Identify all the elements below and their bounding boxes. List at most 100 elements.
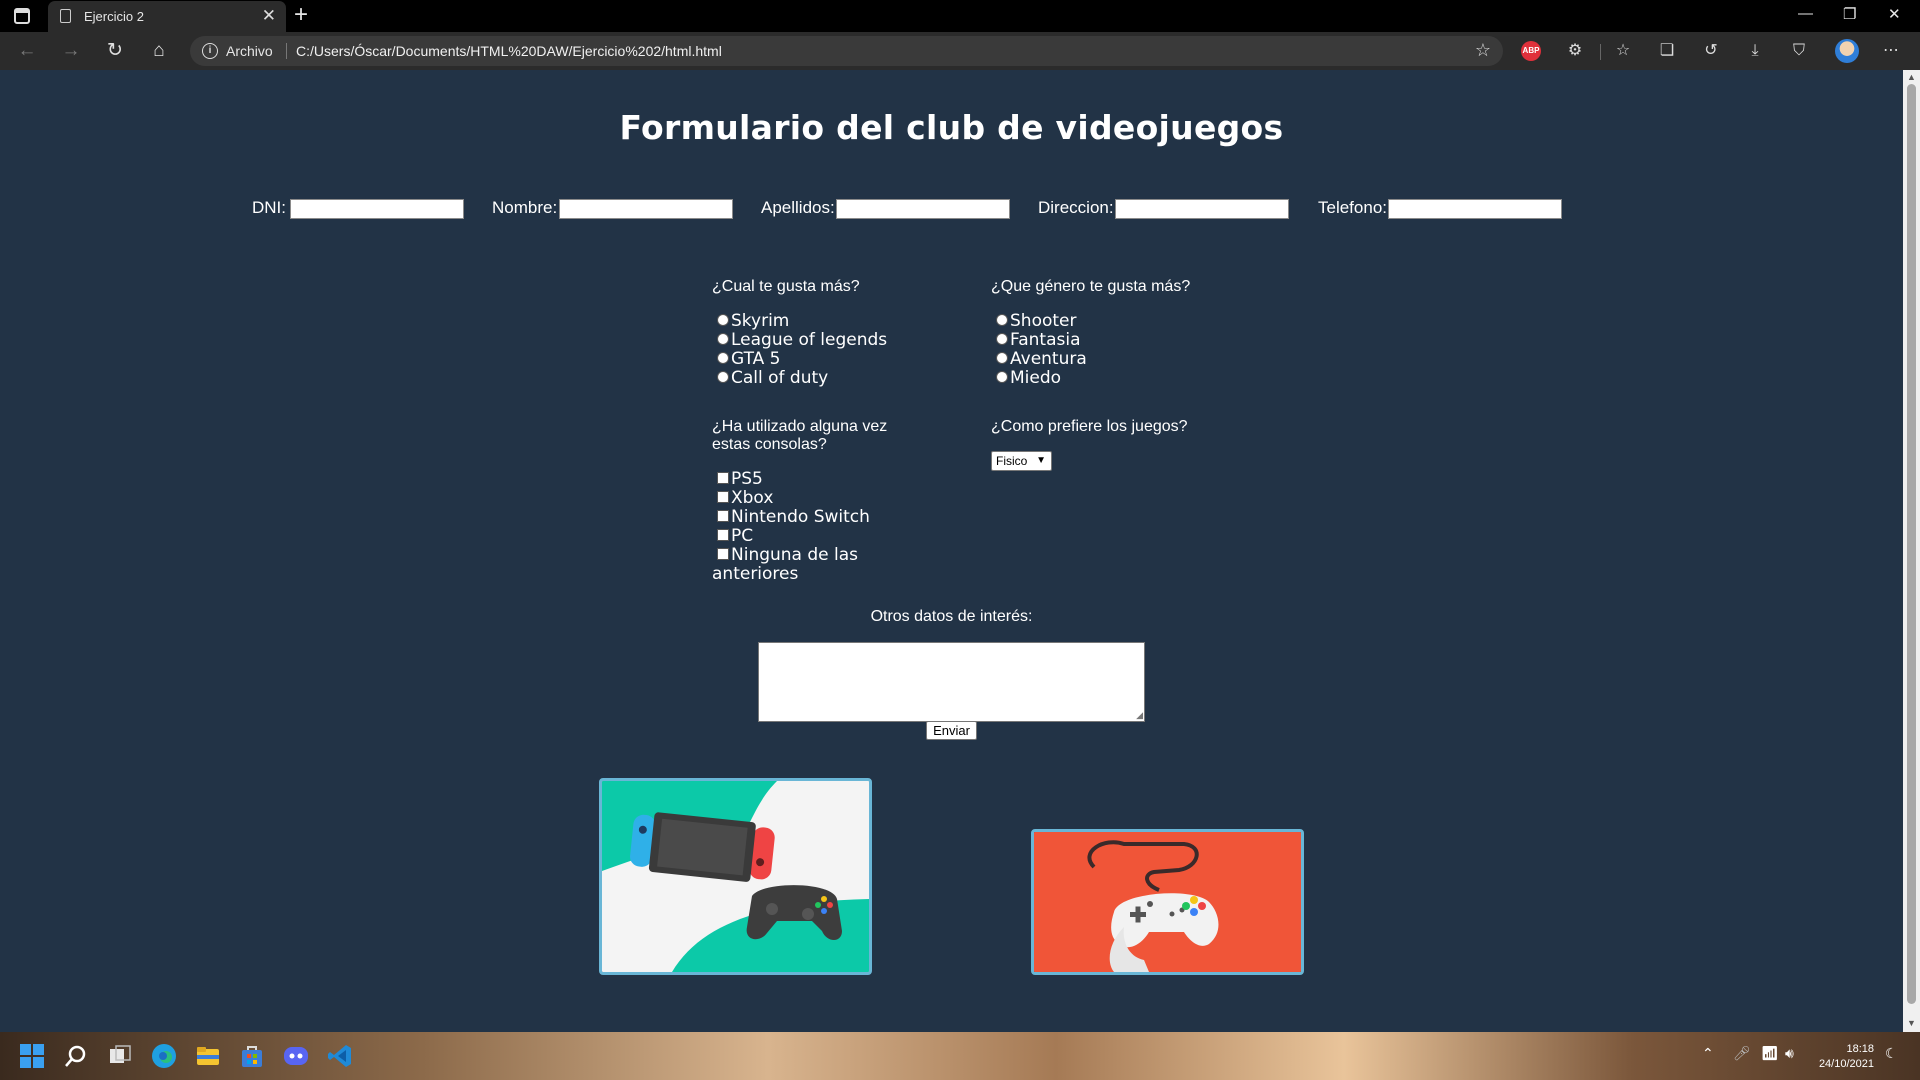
downloads-icon[interactable]: ⤓ bbox=[1745, 41, 1765, 61]
refresh-icon[interactable]: ↻ bbox=[102, 38, 128, 64]
profile-avatar[interactable] bbox=[1835, 39, 1859, 63]
game-label: GTA 5 bbox=[731, 349, 781, 369]
history-icon[interactable]: ↺ bbox=[1701, 41, 1721, 61]
direccion-label: Direccion: bbox=[1038, 198, 1114, 217]
home-icon[interactable]: ⌂ bbox=[146, 38, 172, 64]
page-scrollbar[interactable]: ▲ ▼ bbox=[1903, 70, 1920, 1032]
game-label: Skyrim bbox=[731, 311, 790, 331]
browser-essentials-icon[interactable]: ⛉ bbox=[1789, 41, 1809, 61]
store-icon[interactable] bbox=[238, 1042, 266, 1070]
nombre-label: Nombre: bbox=[492, 198, 558, 217]
tab-actions-icon[interactable] bbox=[14, 8, 30, 24]
console-option-none[interactable]: Ninguna de las bbox=[712, 546, 858, 565]
telefono-label: Telefono: bbox=[1318, 198, 1387, 217]
radio-button[interactable] bbox=[717, 333, 729, 345]
browser-tab[interactable]: Ejercicio 2 ✕ bbox=[48, 1, 286, 32]
console-option-ps5[interactable]: PS5 bbox=[712, 470, 763, 489]
scroll-up-icon[interactable]: ▲ bbox=[1907, 72, 1916, 82]
other-info-textarea[interactable]: ◢ bbox=[758, 642, 1145, 722]
vscode-icon[interactable] bbox=[326, 1042, 354, 1070]
radio-button[interactable] bbox=[717, 314, 729, 326]
forward-icon[interactable]: → bbox=[58, 38, 84, 64]
checkbox[interactable] bbox=[717, 529, 729, 541]
console-option-switch[interactable]: Nintendo Switch bbox=[712, 508, 870, 527]
page-title: Formulario del club de videojuegos bbox=[619, 108, 1284, 147]
radio-button[interactable] bbox=[717, 371, 729, 383]
direccion-input[interactable] bbox=[1115, 199, 1289, 219]
game-option-gta5[interactable]: GTA 5 bbox=[712, 350, 780, 369]
submit-button[interactable]: Enviar bbox=[926, 721, 977, 740]
game-option-cod[interactable]: Call of duty bbox=[712, 369, 828, 388]
task-view-icon[interactable] bbox=[106, 1042, 134, 1070]
dni-label: DNI: bbox=[252, 198, 286, 217]
favorite-genre-question: ¿Que género te gusta más? bbox=[991, 278, 1191, 295]
genre-option-miedo[interactable]: Miedo bbox=[991, 369, 1061, 388]
clock-date: 24/10/2021 bbox=[1818, 1058, 1874, 1070]
checkbox[interactable] bbox=[717, 548, 729, 560]
system-clock[interactable]: 18:18 24/10/2021 bbox=[1802, 1042, 1874, 1072]
console-option-xbox[interactable]: Xbox bbox=[712, 489, 773, 508]
radio-button[interactable] bbox=[996, 352, 1008, 364]
browser-tab-strip: Ejercicio 2 ✕ + — ❐ ✕ bbox=[0, 0, 1920, 32]
collections-icon[interactable]: ❏ bbox=[1657, 41, 1677, 61]
file-explorer-icon[interactable] bbox=[194, 1042, 222, 1070]
format-selected-value: Fisico bbox=[996, 454, 1028, 468]
start-menu-icon[interactable] bbox=[18, 1042, 46, 1070]
back-icon[interactable]: ← bbox=[14, 38, 40, 64]
new-tab-button[interactable]: + bbox=[294, 2, 308, 28]
microphone-icon[interactable]: 🎤︎ bbox=[1733, 1045, 1751, 1062]
show-hidden-icons-chevron[interactable]: ⌃ bbox=[1702, 1045, 1714, 1062]
scrollbar-thumb[interactable] bbox=[1907, 84, 1916, 1004]
genre-option-aventura[interactable]: Aventura bbox=[991, 350, 1087, 369]
url-scheme-label: Archivo bbox=[226, 43, 273, 59]
genre-option-shooter[interactable]: Shooter bbox=[991, 312, 1076, 331]
close-window-icon[interactable]: ✕ bbox=[1888, 5, 1901, 23]
game-option-skyrim[interactable]: Skyrim bbox=[712, 312, 789, 331]
checkbox[interactable] bbox=[717, 472, 729, 484]
extensions-icon[interactable]: ⚙ bbox=[1565, 41, 1585, 61]
scroll-down-icon[interactable]: ▼ bbox=[1907, 1018, 1916, 1028]
close-tab-icon[interactable]: ✕ bbox=[262, 6, 276, 26]
game-option-lol[interactable]: League of legends bbox=[712, 331, 887, 350]
volume-icon[interactable]: 🔊︎ bbox=[1785, 1045, 1794, 1062]
apellidos-input[interactable] bbox=[836, 199, 1010, 219]
minimize-icon[interactable]: — bbox=[1798, 5, 1813, 22]
checkbox[interactable] bbox=[717, 510, 729, 522]
switch-console-image bbox=[599, 778, 872, 975]
windows-taskbar: ⌃ 🎤︎ 📶︎ 🔊︎ 18:18 24/10/2021 ☾ bbox=[0, 1032, 1920, 1080]
add-favorite-icon[interactable]: ☆ bbox=[1475, 40, 1491, 61]
radio-button[interactable] bbox=[996, 333, 1008, 345]
switch-illustration bbox=[602, 781, 869, 972]
focus-assist-moon-icon[interactable]: ☾ bbox=[1885, 1045, 1898, 1062]
radio-button[interactable] bbox=[996, 314, 1008, 326]
info-icon[interactable]: i bbox=[202, 43, 218, 59]
edge-browser-icon[interactable] bbox=[150, 1042, 178, 1070]
dni-input[interactable] bbox=[290, 199, 464, 219]
nombre-input[interactable] bbox=[559, 199, 733, 219]
tab-title: Ejercicio 2 bbox=[84, 9, 144, 24]
address-bar[interactable]: i Archivo C:/Users/Óscar/Documents/HTML%… bbox=[190, 36, 1503, 66]
chevron-down-icon: ▼ bbox=[1036, 455, 1046, 466]
radio-button[interactable] bbox=[717, 352, 729, 364]
resize-grip-icon[interactable]: ◢ bbox=[1136, 710, 1143, 721]
consoles-question-line1: ¿Ha utilizado alguna vez bbox=[712, 418, 888, 435]
browser-toolbar: ← → ↻ ⌂ i Archivo C:/Users/Óscar/Documen… bbox=[0, 32, 1920, 70]
checkbox[interactable] bbox=[717, 491, 729, 503]
console-option-pc[interactable]: PC bbox=[712, 527, 753, 546]
radio-button[interactable] bbox=[996, 371, 1008, 383]
more-menu-icon[interactable]: ⋯ bbox=[1881, 41, 1901, 61]
telefono-input[interactable] bbox=[1388, 199, 1562, 219]
search-icon[interactable] bbox=[62, 1042, 90, 1070]
console-label: anteriores bbox=[712, 564, 799, 584]
adblock-extension-icon[interactable]: ABP bbox=[1521, 41, 1541, 61]
url-text[interactable]: C:/Users/Óscar/Documents/HTML%20DAW/Ejer… bbox=[296, 43, 722, 59]
favorites-icon[interactable]: ☆ bbox=[1613, 41, 1633, 61]
url-divider bbox=[286, 43, 287, 59]
toolbar-divider bbox=[1600, 44, 1601, 60]
genre-option-fantasia[interactable]: Fantasia bbox=[991, 331, 1081, 350]
restore-icon[interactable]: ❐ bbox=[1843, 5, 1856, 23]
apellidos-label: Apellidos: bbox=[761, 198, 835, 217]
discord-icon[interactable] bbox=[282, 1042, 310, 1070]
format-select[interactable]: Fisico ▼ bbox=[991, 451, 1052, 471]
wifi-icon[interactable]: 📶︎ bbox=[1761, 1045, 1779, 1062]
